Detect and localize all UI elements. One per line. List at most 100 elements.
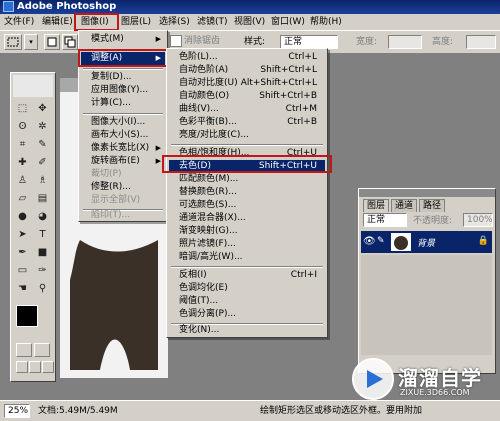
menu-item-photo-filter[interactable]: 照片滤镜(F)... bbox=[169, 238, 325, 251]
menu-layer[interactable]: 图层(L) bbox=[119, 15, 153, 29]
menu-item-curves[interactable]: 曲线(V)... Ctrl+M bbox=[169, 103, 325, 116]
foreground-color-swatch[interactable] bbox=[16, 305, 38, 327]
menu-item-invert[interactable]: 反相(I) Ctrl+I bbox=[169, 269, 325, 282]
portrait-thumbnail-icon bbox=[394, 236, 408, 250]
menu-item-trim[interactable]: 修整(R)... bbox=[81, 181, 165, 194]
menu-item-canvas-size[interactable]: 画布大小(S)... bbox=[81, 129, 165, 142]
marquee-preset-button[interactable] bbox=[4, 34, 22, 50]
move-tool-icon[interactable]: ✥ bbox=[34, 101, 51, 117]
quick-mask-button[interactable] bbox=[34, 343, 50, 357]
menu-item-auto-color[interactable]: 自动颜色(O) Shift+Ctrl+B bbox=[169, 90, 325, 103]
zoom-field[interactable]: 25% bbox=[4, 404, 30, 418]
menu-view[interactable]: 视图(V) bbox=[232, 15, 267, 29]
width-field[interactable] bbox=[388, 35, 422, 49]
menu-item-shadow-highlight[interactable]: 暗调/高光(W)... bbox=[169, 251, 325, 264]
tab-channels[interactable]: 通道 bbox=[391, 199, 418, 212]
lasso-tool-icon[interactable]: ʘ bbox=[14, 119, 31, 135]
menu-item-levels[interactable]: 色阶(L)... Ctrl+L bbox=[169, 51, 325, 64]
history-brush-tool-icon[interactable]: ♗ bbox=[34, 173, 51, 189]
blur-tool-icon[interactable]: ● bbox=[14, 209, 31, 225]
layer-name: 背景 bbox=[417, 239, 436, 249]
screen-mode-2-button[interactable] bbox=[29, 361, 41, 373]
anti-alias-label: 消除锯齿 bbox=[184, 36, 221, 46]
menu-edit[interactable]: 编辑(E) bbox=[40, 15, 75, 29]
add-selection-button[interactable] bbox=[62, 34, 78, 50]
hand-tool-icon[interactable]: ☚ bbox=[14, 281, 31, 297]
slice-tool-icon[interactable]: ✎ bbox=[34, 137, 51, 153]
rect-marquee-tool-icon[interactable]: ⬚ bbox=[14, 101, 31, 117]
tab-layers[interactable]: 图层 bbox=[363, 199, 390, 212]
menu-item-gradient-map[interactable]: 渐变映射(G)... bbox=[169, 225, 325, 238]
menu-filter[interactable]: 滤镜(T) bbox=[195, 15, 230, 29]
screen-mode-1-button[interactable] bbox=[16, 361, 28, 373]
notes-tool-icon[interactable]: ▭ bbox=[14, 263, 31, 279]
new-selection-button[interactable] bbox=[44, 34, 60, 50]
opacity-label: 不透明度: bbox=[413, 216, 453, 226]
menu-item-rotate-canvas[interactable]: 旋转画布(E) ▶ bbox=[81, 155, 165, 168]
style-select[interactable]: 正常 bbox=[280, 35, 338, 49]
menu-item-adjust[interactable]: 调整(A) ▶ bbox=[81, 52, 165, 65]
preset-dropdown-arrow[interactable]: ▾ bbox=[24, 34, 38, 50]
screen-mode-3-button[interactable] bbox=[42, 361, 54, 373]
shape-tool-icon[interactable]: ■ bbox=[34, 245, 51, 261]
menu-item-replace-color[interactable]: 替换颜色(R)... bbox=[169, 186, 325, 199]
menu-item-auto-levels[interactable]: 自动色阶(A) Shift+Ctrl+L bbox=[169, 64, 325, 77]
menu-item-calculations[interactable]: 计算(C)... bbox=[81, 97, 165, 110]
menu-item-equalize[interactable]: 色调均化(E) bbox=[169, 282, 325, 295]
eraser-tool-icon[interactable]: ▱ bbox=[14, 191, 31, 207]
healing-brush-tool-icon[interactable]: ✚ bbox=[14, 155, 31, 171]
opacity-field[interactable]: 100% bbox=[463, 213, 493, 227]
menu-item-color-balance[interactable]: 色彩平衡(B)... Ctrl+B bbox=[169, 116, 325, 129]
crop-tool-icon[interactable]: ⌗ bbox=[14, 137, 31, 153]
play-logo-icon bbox=[367, 370, 383, 388]
menu-item-duplicate[interactable]: 复制(D)... bbox=[81, 71, 165, 84]
tab-paths[interactable]: 路径 bbox=[419, 199, 446, 212]
doc-info: 文档:5.49M/5.49M bbox=[38, 406, 118, 416]
height-field[interactable] bbox=[466, 35, 496, 49]
gradient-tool-icon[interactable]: ▤ bbox=[34, 191, 51, 207]
menu-item-posterize[interactable]: 色调分离(P)... bbox=[169, 308, 325, 321]
clone-stamp-tool-icon[interactable]: ♙ bbox=[14, 173, 31, 189]
menu-window[interactable]: 窗口(W) bbox=[269, 15, 307, 29]
menu-item-crop: 裁切(P) bbox=[91, 169, 122, 179]
new-selection-icon bbox=[47, 37, 57, 47]
watermark-logo-icon bbox=[352, 358, 394, 400]
menu-item-mode[interactable]: 模式(M) ▶ bbox=[81, 33, 165, 46]
pen-tool-icon[interactable]: ✒ bbox=[14, 245, 31, 261]
menu-file[interactable]: 文件(F) bbox=[2, 15, 36, 29]
eyedropper-tool-icon[interactable]: ✑ bbox=[34, 263, 51, 279]
zoom-tool-icon[interactable]: ⚲ bbox=[34, 281, 51, 297]
path-selection-tool-icon[interactable]: ➤ bbox=[14, 227, 31, 243]
menu-select[interactable]: 选择(S) bbox=[157, 15, 192, 29]
menu-item-variations[interactable]: 变化(N)... bbox=[169, 324, 325, 337]
type-tool-icon[interactable]: T bbox=[34, 227, 51, 243]
menu-item-selective-color[interactable]: 可选颜色(S)... bbox=[169, 199, 325, 212]
layer-row-background[interactable]: 👁 ✎ 背景 🔒 bbox=[361, 231, 492, 253]
watermark-url: ZIXUE.3D66.COM bbox=[400, 388, 470, 397]
palette-title-bar[interactable] bbox=[359, 189, 495, 197]
style-label: 样式: bbox=[244, 37, 266, 47]
eye-visibility-icon[interactable]: 👁 bbox=[363, 236, 376, 247]
menu-item-auto-contrast[interactable]: 自动对比度(U) Alt+Shift+Ctrl+L bbox=[169, 77, 325, 90]
menu-item-channel-mixer[interactable]: 通道混合器(X)... bbox=[169, 212, 325, 225]
menu-item-reveal-all: 显示全部(V) bbox=[91, 195, 141, 205]
add-selection-icon bbox=[64, 36, 76, 48]
menu-image[interactable]: 图像(I) bbox=[79, 15, 111, 29]
menu-item-apply-image[interactable]: 应用图像(Y)... bbox=[81, 84, 165, 97]
magic-wand-tool-icon[interactable]: ✲ bbox=[34, 119, 51, 135]
lock-icon: 🔒 bbox=[477, 236, 489, 246]
dodge-tool-icon[interactable]: ◕ bbox=[34, 209, 51, 225]
standard-mode-button[interactable] bbox=[16, 343, 32, 357]
menu-item-pixel-aspect[interactable]: 像素长宽比(X) ▶ bbox=[81, 142, 165, 155]
menu-item-desaturate[interactable]: 去色(D) Shift+Ctrl+U bbox=[169, 160, 325, 173]
menu-item-brightness-contrast[interactable]: 亮度/对比度(C)... bbox=[169, 129, 325, 142]
menu-help[interactable]: 帮助(H) bbox=[308, 15, 344, 29]
anti-alias-checkbox[interactable] bbox=[170, 35, 182, 47]
blend-mode-select[interactable]: 正常 bbox=[363, 213, 407, 227]
menu-item-match-color[interactable]: 匹配颜色(M)... bbox=[169, 173, 325, 186]
menu-item-image-size[interactable]: 图像大小(I)... bbox=[81, 116, 165, 129]
menu-item-hue-saturation[interactable]: 色相/饱和度(H)... Ctrl+U bbox=[169, 147, 325, 160]
menu-item-threshold[interactable]: 阈值(T)... bbox=[169, 295, 325, 308]
zoom-value: 25% bbox=[8, 406, 29, 416]
brush-tool-icon[interactable]: ✐ bbox=[34, 155, 51, 171]
